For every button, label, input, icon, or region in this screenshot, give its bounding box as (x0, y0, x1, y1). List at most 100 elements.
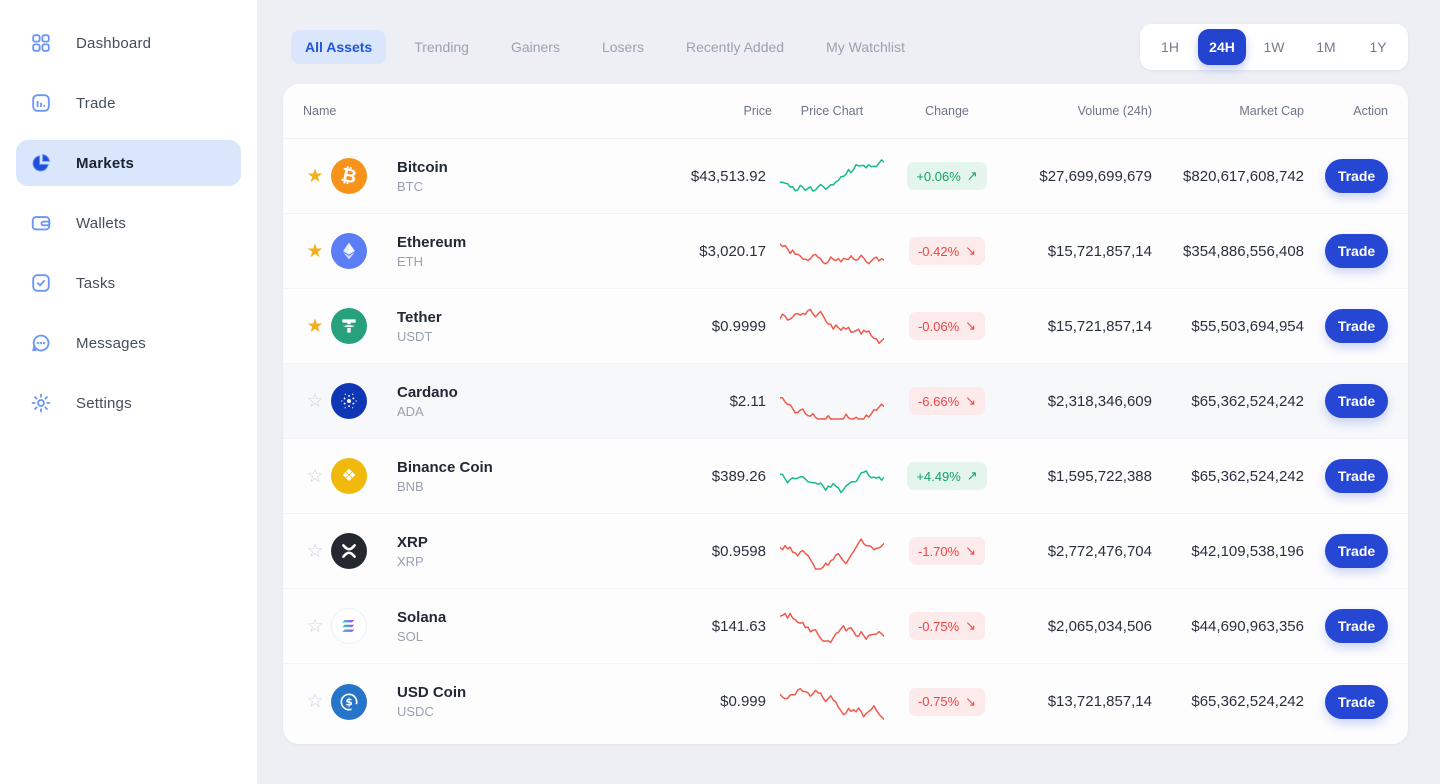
coin-price: $2.11 (729, 392, 766, 410)
volume-24h: $2,065,034,506 (1047, 617, 1152, 635)
sol-coin-icon (331, 608, 367, 644)
market-cap: $65,362,524,242 (1191, 392, 1304, 410)
market-cap: $55,503,694,954 (1191, 317, 1304, 335)
change-badge: -1.70% ↘ (908, 537, 986, 565)
coin-name-block: Ethereum ETH (387, 234, 652, 269)
volume-24h: $15,721,857,14 (1047, 317, 1152, 335)
settings-gear-icon (30, 392, 52, 414)
sidebar-item-markets[interactable]: Markets (16, 140, 241, 186)
price-sparkline-chart (772, 679, 892, 725)
sidebar-item-label: Wallets (76, 214, 127, 232)
price-sparkline-chart (772, 453, 892, 499)
sidebar-item-wallets[interactable]: Wallets (16, 200, 241, 246)
favorite-star-icon[interactable]: ☆ (299, 692, 331, 711)
sidebar-item-trade[interactable]: Trade (16, 80, 241, 126)
coin-price: $3,020.17 (699, 242, 766, 260)
tasks-check-icon (30, 272, 52, 294)
tab-trending[interactable]: Trending (400, 30, 483, 64)
table-row-xrp: ☆ XRP XRP $0.9598 -1.70% ↘ $2,772,476,704… (283, 514, 1408, 589)
tab-recently-added[interactable]: Recently Added (672, 30, 798, 64)
topbar: All Assets Trending Gainers Losers Recently … (283, 16, 1408, 78)
sidebar-item-label: Settings (76, 394, 132, 412)
column-header-price: Price (743, 104, 772, 118)
price-sparkline-chart (772, 153, 892, 199)
favorite-star-icon[interactable]: ★ (299, 317, 331, 336)
sidebar-item-tasks[interactable]: Tasks (16, 260, 241, 306)
market-cap: $42,109,538,196 (1191, 542, 1304, 560)
eth-coin-icon (331, 233, 367, 269)
table-row-sol: ☆ Solana SOL $141.63 -0.75% ↘ $2,065,034,… (283, 589, 1408, 664)
coin-name: USD Coin (397, 684, 467, 701)
sidebar-item-settings[interactable]: Settings (16, 380, 241, 426)
favorite-star-icon[interactable]: ★ (299, 167, 331, 186)
coin-symbol: ETH (397, 253, 423, 269)
change-badge: -0.75% ↘ (908, 687, 986, 716)
favorite-star-icon[interactable]: ☆ (299, 542, 331, 561)
change-badge: +4.49% ↗ (907, 462, 987, 490)
xrp-coin-icon (331, 533, 367, 569)
tab-all-assets[interactable]: All Assets (291, 30, 387, 64)
market-cap: $65,362,524,242 (1191, 467, 1304, 485)
market-cap: $44,690,963,356 (1191, 617, 1304, 635)
price-sparkline-chart (772, 528, 892, 574)
favorite-star-icon[interactable]: ★ (299, 242, 331, 261)
wallet-icon (30, 212, 52, 234)
trade-button[interactable]: Trade (1325, 234, 1388, 268)
price-sparkline-chart (772, 303, 892, 349)
bnb-coin-icon: ❖ (331, 458, 367, 494)
coin-price: $0.9598 (711, 542, 766, 560)
coin-name: Binance Coin (397, 458, 493, 476)
volume-24h: $27,699,699,679 (1039, 167, 1152, 185)
sidebar-item-dashboard[interactable]: Dashboard (16, 20, 241, 66)
tab-my-watchlist[interactable]: My Watchlist (812, 30, 919, 64)
column-header-price-chart: Price Chart (800, 104, 864, 118)
markets-table-card: Name Price Price Chart Change Volume (24… (283, 84, 1408, 744)
column-header-market-cap: Market Cap (1239, 104, 1304, 118)
coin-name-block: XRP XRP (387, 534, 652, 569)
time-range-1h[interactable]: 1H (1146, 29, 1194, 65)
tab-gainers[interactable]: Gainers (497, 30, 574, 64)
trade-button[interactable]: Trade (1325, 609, 1388, 643)
sidebar-item-label: Tasks (76, 274, 116, 292)
trade-button[interactable]: Trade (1325, 459, 1388, 493)
trade-button[interactable]: Trade (1325, 309, 1388, 343)
price-sparkline-chart (772, 378, 892, 424)
market-cap: $65,362,524,242 (1191, 693, 1304, 710)
favorite-star-icon[interactable]: ☆ (299, 467, 331, 486)
dashboard-grid-icon (30, 32, 52, 54)
trade-barchart-icon (30, 92, 52, 114)
coin-price: $0.9999 (711, 317, 766, 335)
trade-button[interactable]: Trade (1325, 384, 1388, 418)
sidebar-item-label: Messages (76, 334, 146, 352)
time-range-24h[interactable]: 24H (1198, 29, 1246, 65)
coin-name-block: Cardano ADA (387, 384, 652, 419)
trend-arrow-icon: ↘ (965, 543, 977, 558)
coin-name-block: Tether USDT (387, 309, 652, 344)
time-range-1m[interactable]: 1M (1302, 29, 1350, 65)
coin-symbol: USDC (397, 704, 434, 719)
coin-price: $389.26 (711, 467, 766, 485)
sidebar-item-label: Markets (76, 154, 135, 172)
btc-coin-icon: ₿ (331, 158, 367, 194)
table-row-ada: ☆ Cardano ADA $2.11 -6.66% ↘ $2,318,346,6… (283, 364, 1408, 439)
time-range-1y[interactable]: 1Y (1354, 29, 1402, 65)
tab-losers[interactable]: Losers (588, 30, 658, 64)
sidebar-item-label: Trade (76, 94, 116, 112)
trade-button[interactable]: Trade (1325, 159, 1388, 193)
price-sparkline-chart (772, 228, 892, 274)
sidebar-item-messages[interactable]: Messages (16, 320, 241, 366)
table-row-usdt: ★ Tether USDT $0.9999 -0.06% ↘ $15,721,85… (283, 289, 1408, 364)
favorite-star-icon[interactable]: ☆ (299, 617, 331, 636)
price-sparkline-chart (772, 603, 892, 649)
trade-button[interactable]: Trade (1325, 534, 1388, 568)
favorite-star-icon[interactable]: ☆ (299, 392, 331, 411)
coin-symbol: SOL (397, 628, 424, 644)
svg-text:$: $ (345, 696, 352, 708)
table-row-bnb: ☆ ❖ Binance Coin BNB $389.26 +4.49% ↗ $1,… (283, 439, 1408, 514)
messages-chat-icon (30, 332, 52, 354)
time-range-1w[interactable]: 1W (1250, 29, 1298, 65)
trade-button[interactable]: Trade (1325, 684, 1388, 719)
coin-name-block: USD Coin USDC (387, 684, 652, 719)
table-row-btc: ★ ₿ Bitcoin BTC $43,513.92 +0.06% ↗ $27,6… (283, 139, 1408, 214)
change-badge: -6.66% ↘ (908, 387, 986, 415)
